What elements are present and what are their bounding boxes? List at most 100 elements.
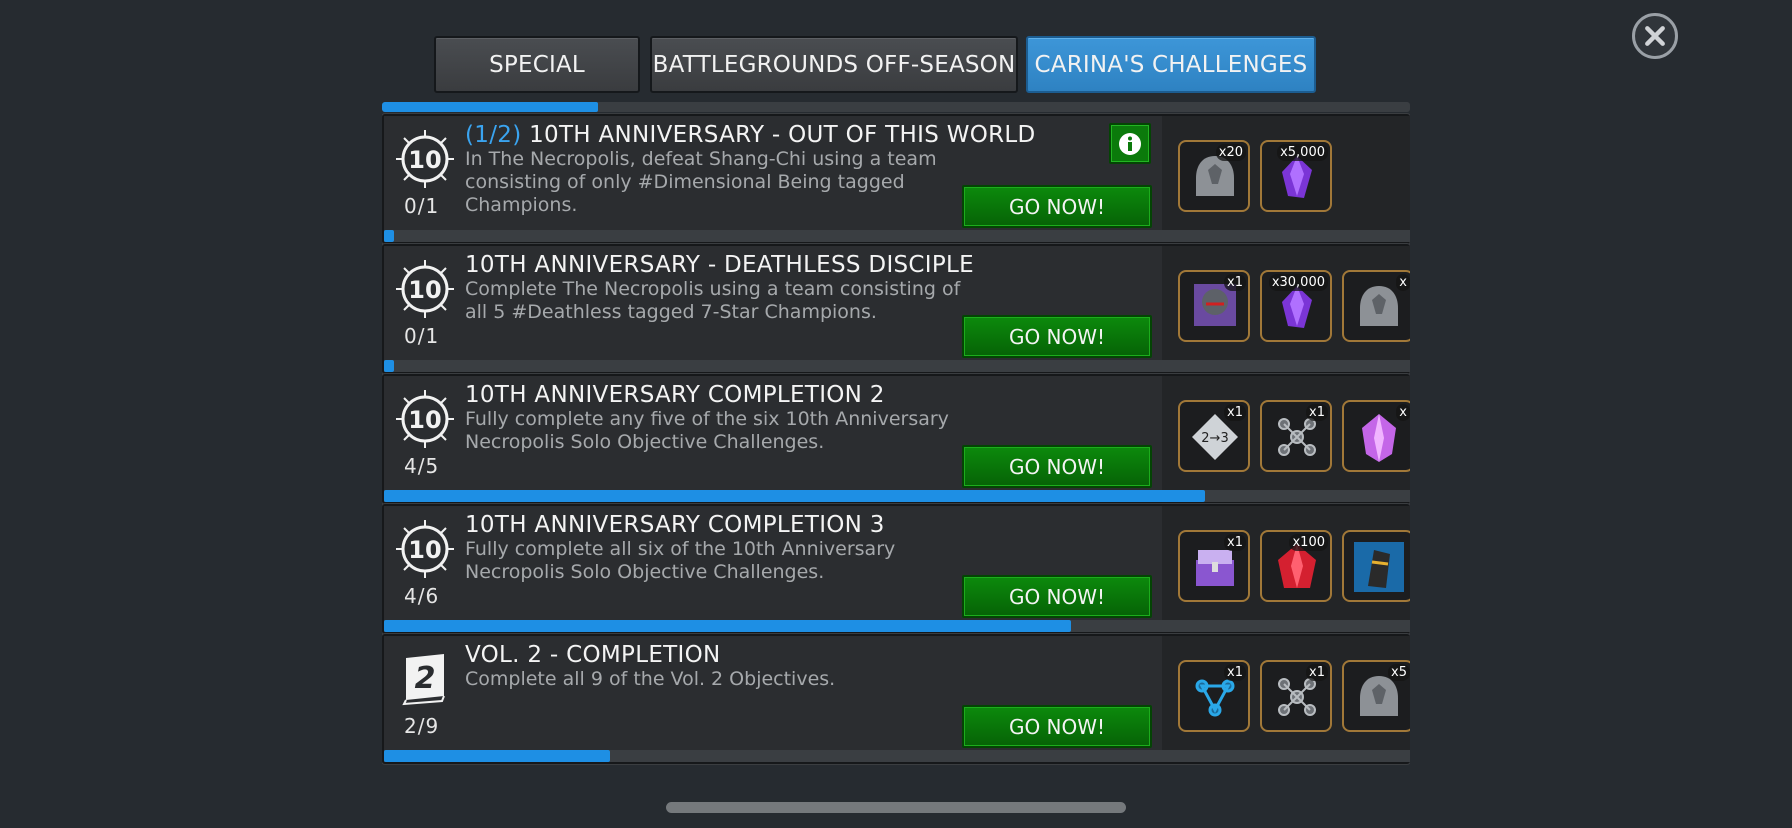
rewards-panel[interactable]: x20 x5,000 [1162,116,1410,232]
objective-progress-bar [384,490,1410,502]
objective-info: 10 4/6 10TH ANNIVERSARY COMPLETION 3 Fully … [384,506,1162,622]
objective-count: 4/6 [404,584,440,608]
rewards-panel[interactable]: x1 x30,000 x [1162,246,1410,362]
gauntlet-icon [1354,542,1404,592]
reward-quantity: x1 [1224,404,1246,421]
objective-title: 10TH ANNIVERSARY COMPLETION 2 [465,382,885,408]
close-button[interactable] [1632,13,1678,59]
objective-card: 10 0/1 (1/2) 10TH ANNIVERSARY - OUT OF THI… [382,114,1410,244]
reward-item[interactable]: x5,000 [1260,140,1332,212]
progress-fill [384,620,1072,632]
reward-quantity: x1 [1306,404,1328,421]
progress-fill [384,360,395,372]
objective-title-text: 10TH ANNIVERSARY - DEATHLESS DISCIPLE [465,252,974,278]
scrollbar[interactable] [666,802,1126,813]
objectives-list[interactable]: 10 0/1 (1/2) 10TH ANNIVERSARY - OUT OF THI… [382,100,1410,808]
anniversary-10-icon: 10 [396,520,454,578]
objective-part: (1/2) [465,122,522,148]
objective-title: VOL. 2 - COMPLETION [465,642,721,668]
objective-title-text: 10TH ANNIVERSARY COMPLETION 2 [465,382,885,408]
reward-item[interactable]: x [1342,400,1410,472]
objective-title: 10TH ANNIVERSARY - DEATHLESS DISCIPLE [465,252,974,278]
svg-text:10: 10 [408,536,441,564]
progress-fill [384,230,395,242]
reward-quantity: x100 [1289,534,1328,551]
objective-progress-bar [384,230,1410,242]
go-now-button[interactable]: GO NOW! [962,185,1152,228]
reward-quantity: x [1396,404,1410,421]
anniversary-10-icon: 10 [396,130,454,188]
reward-quantity: x1 [1224,274,1246,291]
objective-progress-bar [384,750,1410,762]
reward-item[interactable]: 2→3 x1 [1178,400,1250,472]
anniversary-10-icon: 10 [396,390,454,448]
reward-quantity: x20 [1215,144,1246,161]
objective-count: 0/1 [404,324,440,348]
objective-count: 4/5 [404,454,440,478]
objective-title-text: 10TH ANNIVERSARY COMPLETION 3 [465,512,885,538]
reward-item[interactable]: x1 [1178,530,1250,602]
objective-title-text: 10TH ANNIVERSARY - OUT OF THIS WORLD [529,122,1036,148]
objective-count: 2/9 [404,714,440,738]
reward-item[interactable]: x20 [1178,140,1250,212]
reward-item[interactable]: x1 [1178,270,1250,342]
reward-quantity: x [1396,274,1410,291]
tab-special[interactable]: SPECIAL [434,36,640,93]
reward-item[interactable]: x [1342,270,1410,342]
objective-progress-bar [384,620,1410,632]
objective-description: In The Necropolis, defeat Shang-Chi usin… [465,148,937,216]
objective-card: 10 0/1 10TH ANNIVERSARY - DEATHLESS DISCIP… [382,244,1410,374]
objective-description: Complete The Necropolis using a team con… [465,278,961,323]
progress-fill [384,750,610,762]
go-now-button[interactable]: GO NOW! [962,445,1152,488]
info-button[interactable] [1109,123,1151,164]
objective-title-text: VOL. 2 - COMPLETION [465,642,721,668]
reward-quantity: x1 [1224,534,1246,551]
reward-item[interactable]: x1 [1178,660,1250,732]
reward-item[interactable]: x5 [1342,660,1410,732]
book-volume-2-icon: 2 [402,654,445,706]
reward-quantity: x1 [1224,664,1246,681]
objective-description: Complete all 9 of the Vol. 2 Objectives. [465,668,836,690]
objective-description: Fully complete any five of the six 10th … [465,408,949,453]
objective-card: 2 2/9 VOL. 2 - COMPLETION Complete all 9 of… [382,634,1410,764]
svg-text:10: 10 [408,146,441,174]
reward-quantity: x5,000 [1277,144,1328,161]
objective-title: (1/2) 10TH ANNIVERSARY - OUT OF THIS WOR… [465,122,1036,148]
reward-item[interactable] [1342,530,1410,602]
objective-info: 10 0/1 (1/2) 10TH ANNIVERSARY - OUT OF THI… [384,116,1162,232]
progress-fill [384,490,1205,502]
progress-bar [382,102,1410,112]
svg-text:2: 2 [415,661,436,696]
reward-quantity: x1 [1306,664,1328,681]
progress-fill [382,102,598,112]
go-now-button[interactable]: GO NOW! [962,705,1152,748]
reward-item[interactable]: x30,000 [1260,270,1332,342]
svg-text:10: 10 [408,276,441,304]
tab-carinas-challenges[interactable]: CARINA'S CHALLENGES [1026,36,1316,93]
reward-item[interactable]: x100 [1260,530,1332,602]
objective-count: 0/1 [404,194,440,218]
go-now-button[interactable]: GO NOW! [962,575,1152,618]
rewards-panel[interactable]: x1 x1 x5 [1162,636,1410,752]
reward-quantity: x5 [1388,664,1410,681]
rewards-panel[interactable]: 2→3 x1 x1 x [1162,376,1410,492]
info-icon [1119,132,1141,155]
objective-title: 10TH ANNIVERSARY COMPLETION 3 [465,512,885,538]
objective-progress-bar [384,360,1410,372]
tab-battlegrounds-off-season[interactable]: BATTLEGROUNDS OFF-SEASON [650,36,1018,93]
go-now-button[interactable]: GO NOW! [962,315,1152,358]
close-icon [1645,26,1665,46]
objective-info: 10 0/1 10TH ANNIVERSARY - DEATHLESS DISCIP… [384,246,1162,362]
objective-info: 2 2/9 VOL. 2 - COMPLETION Complete all 9 of… [384,636,1162,752]
reward-item[interactable]: x1 [1260,660,1332,732]
rewards-panel[interactable]: x1 x100 [1162,506,1410,622]
anniversary-10-icon: 10 [396,260,454,318]
objective-card: 10 4/6 10TH ANNIVERSARY COMPLETION 3 Fully … [382,504,1410,634]
reward-item[interactable]: x1 [1260,400,1332,472]
reward-quantity: x30,000 [1268,274,1328,291]
objective-info: 10 4/5 10TH ANNIVERSARY COMPLETION 2 Fully … [384,376,1162,492]
objective-description: Fully complete all six of the 10th Anniv… [465,538,896,583]
svg-text:10: 10 [408,406,441,434]
svg-text:2→3: 2→3 [1201,431,1228,446]
